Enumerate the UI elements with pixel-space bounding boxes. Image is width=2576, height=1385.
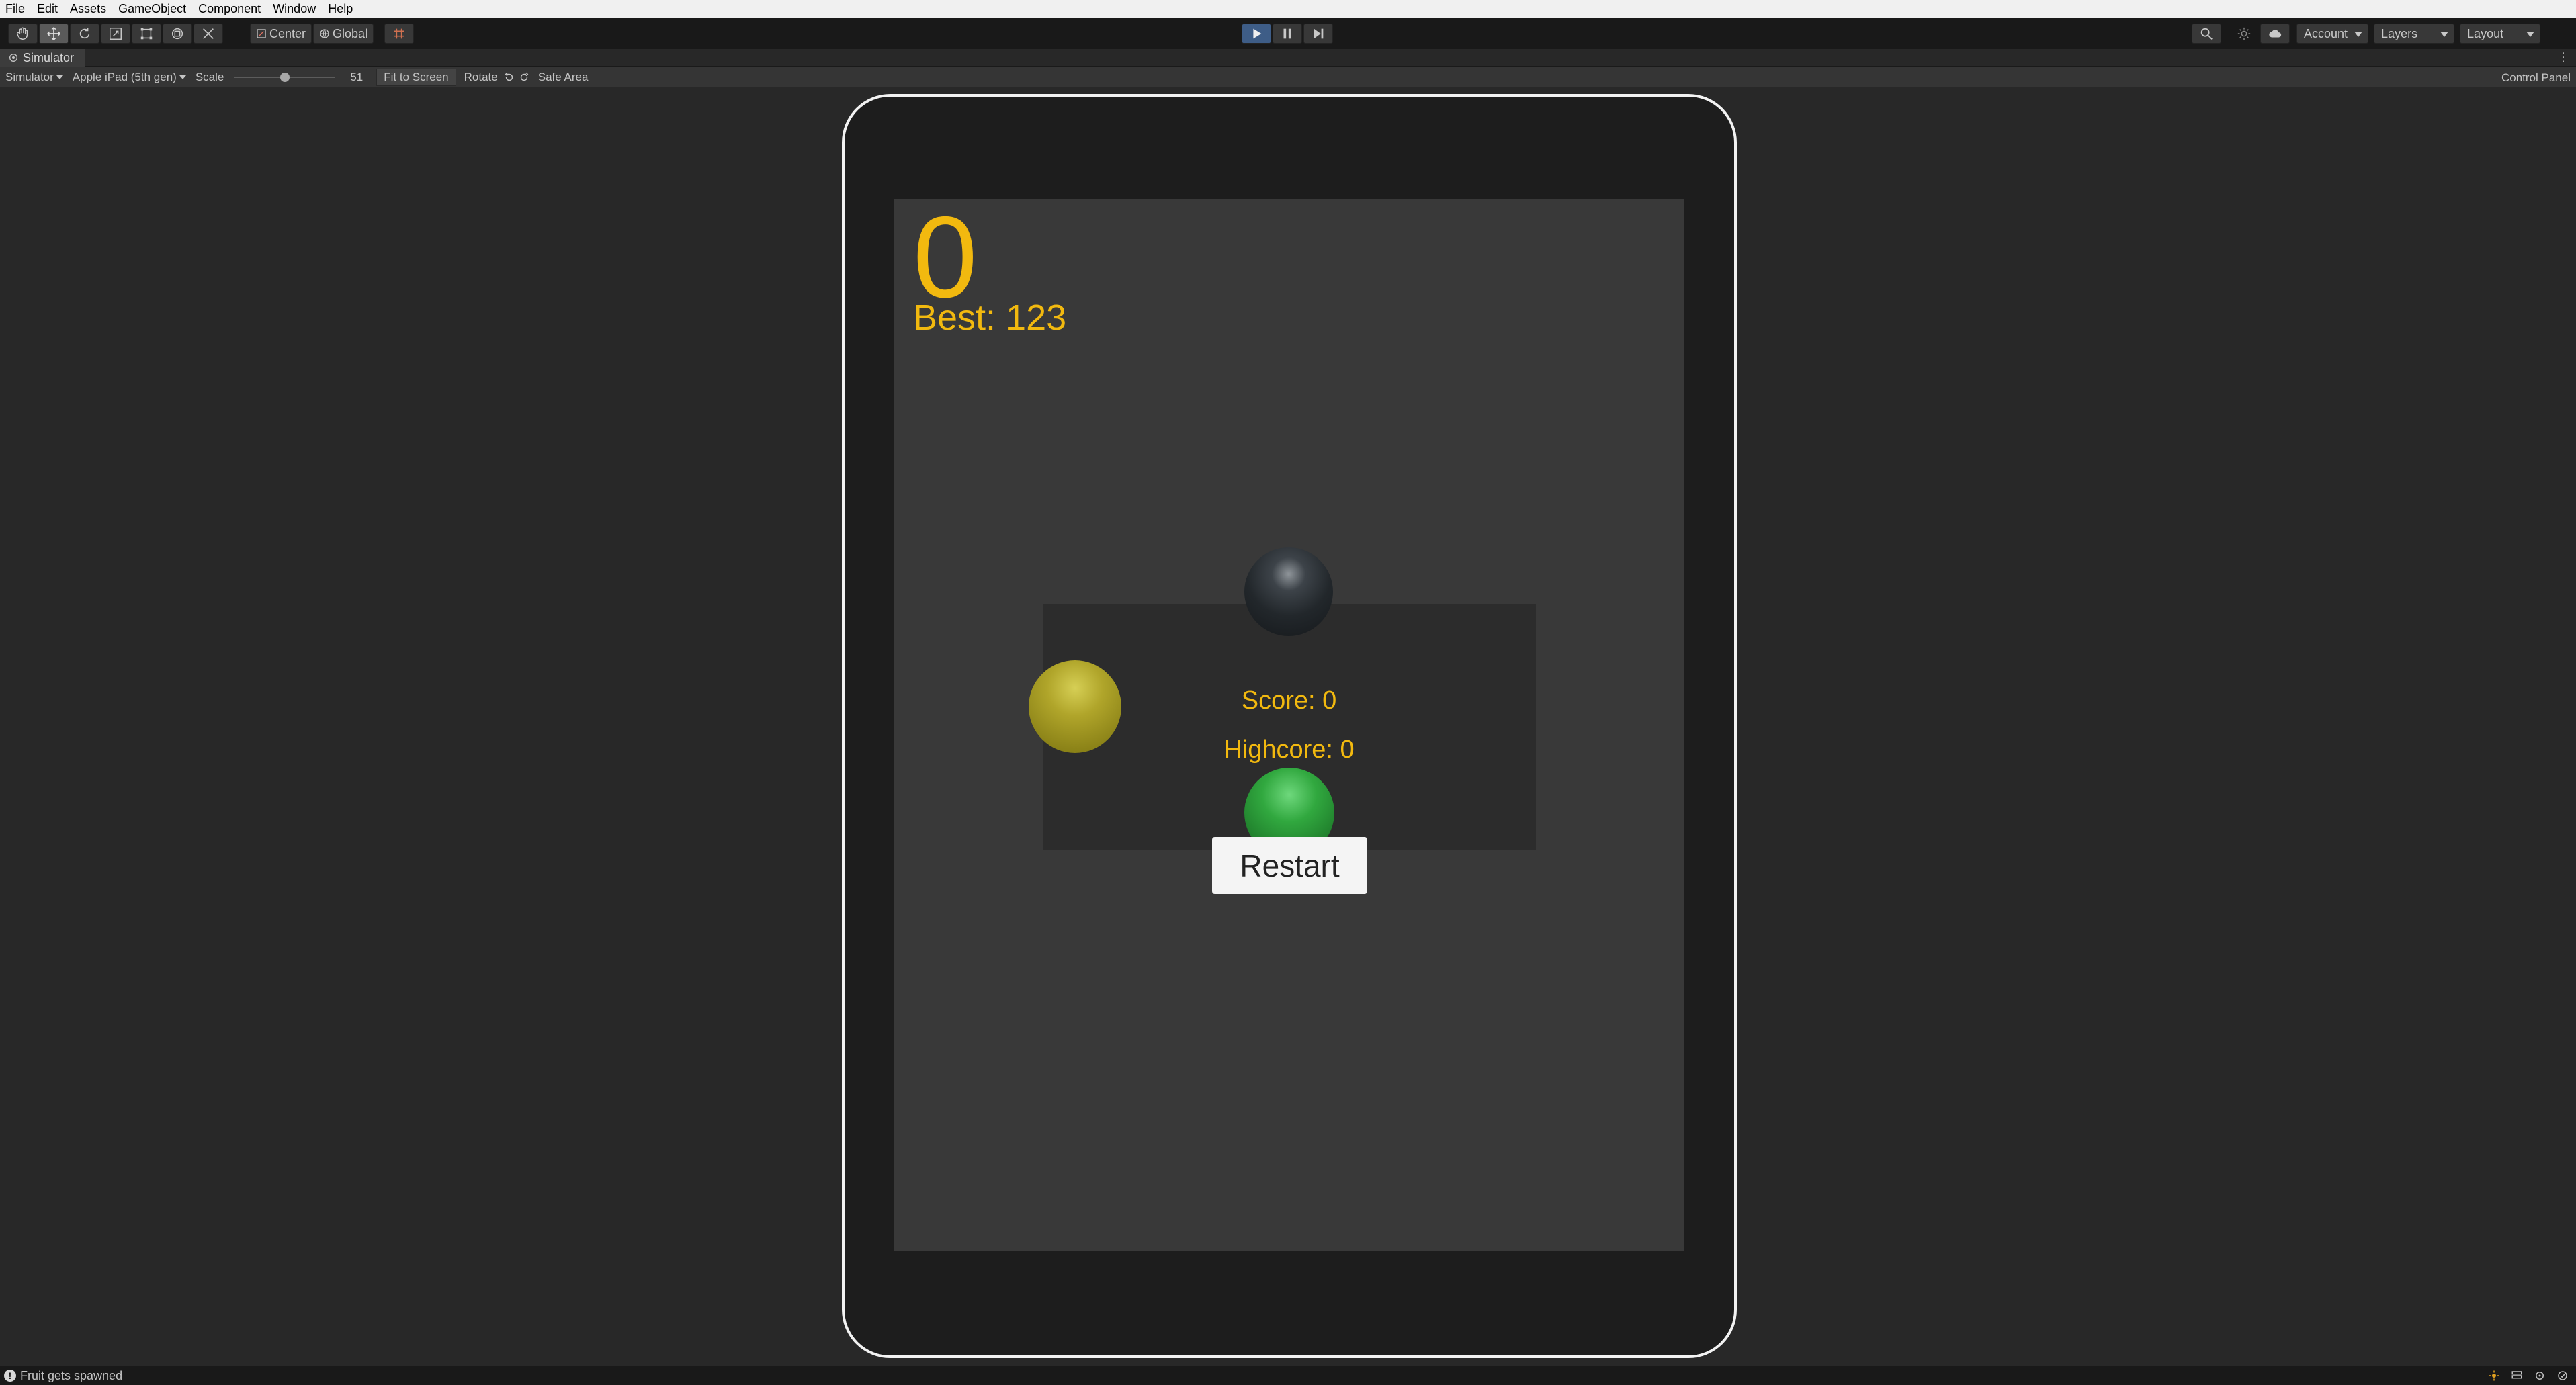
pivot-global-button[interactable]: Global bbox=[313, 24, 374, 44]
account-dropdown[interactable]: Account bbox=[2296, 24, 2369, 44]
move-tool-button[interactable] bbox=[39, 24, 69, 44]
rotate-label: Rotate bbox=[464, 70, 498, 83]
pivot-label: Center bbox=[269, 26, 306, 40]
search-icon bbox=[2200, 28, 2213, 40]
tab-simulator[interactable]: Simulator bbox=[0, 48, 85, 67]
settings-icon[interactable] bbox=[2533, 1370, 2546, 1382]
dark-fruit-ball bbox=[1244, 547, 1333, 636]
info-icon: ! bbox=[4, 1370, 16, 1382]
rotate-tool-icon bbox=[79, 28, 90, 39]
cloud-icon bbox=[2269, 30, 2282, 38]
chevron-down-icon bbox=[2440, 32, 2449, 37]
menu-gameobject[interactable]: GameObject bbox=[118, 2, 186, 16]
globe-icon bbox=[320, 29, 329, 38]
fit-to-screen-label: Fit to Screen bbox=[384, 70, 449, 83]
more-options-icon[interactable]: ⋮ bbox=[2557, 50, 2569, 64]
lighting-icon[interactable] bbox=[2487, 1370, 2501, 1382]
scale-tool-icon bbox=[110, 28, 122, 40]
custom-tool-button[interactable] bbox=[194, 24, 223, 44]
pivot-center-button[interactable]: Center bbox=[250, 24, 312, 44]
cloud-button[interactable] bbox=[2260, 24, 2290, 44]
rotate-right-button[interactable] bbox=[518, 71, 530, 83]
pivot-icon bbox=[257, 29, 266, 38]
transform-tools bbox=[8, 24, 224, 44]
grid-snap-icon bbox=[394, 28, 404, 39]
rotate-left-icon bbox=[505, 72, 513, 81]
chevron-down-icon bbox=[2526, 32, 2535, 37]
pause-icon bbox=[1283, 28, 1291, 39]
rect-tool-button[interactable] bbox=[132, 24, 161, 44]
move-tool-icon bbox=[47, 27, 60, 40]
simulator-icon bbox=[9, 54, 17, 62]
grid-snap-button[interactable] bbox=[384, 24, 415, 44]
chevron-down-icon bbox=[56, 75, 63, 79]
rotate-right-icon bbox=[520, 72, 529, 81]
fit-to-screen-button[interactable]: Fit to Screen bbox=[376, 68, 456, 86]
game-screen[interactable]: 0 Best: 123 Score: 0 Highcore: 0 Restart bbox=[894, 199, 1684, 1251]
rotate-tool-button[interactable] bbox=[70, 24, 99, 44]
chevron-down-icon bbox=[2354, 32, 2363, 37]
best-score: Best: 123 bbox=[913, 298, 1067, 338]
main-toolbar: Center Global Account Layers Layout bbox=[0, 18, 2576, 49]
status-message[interactable]: Fruit gets spawned bbox=[20, 1369, 122, 1383]
layers-label: Layers bbox=[2381, 26, 2418, 40]
slider-thumb[interactable] bbox=[280, 72, 290, 82]
rotate-left-button[interactable] bbox=[503, 71, 515, 83]
mode-label: Simulator bbox=[5, 70, 54, 83]
check-icon[interactable] bbox=[2556, 1370, 2569, 1382]
status-icons bbox=[2478, 1370, 2569, 1382]
editor-tab-bar: Simulator ⋮ bbox=[0, 48, 2576, 67]
pivot-controls: Center Global bbox=[250, 24, 415, 44]
space-label: Global bbox=[333, 26, 368, 40]
menu-component[interactable]: Component bbox=[198, 2, 261, 16]
scale-slider[interactable] bbox=[234, 71, 336, 84]
simulator-toolbar: Simulator Apple iPad (5th gen) Scale 51 … bbox=[0, 67, 2576, 87]
transform-tool-button[interactable] bbox=[163, 24, 192, 44]
account-controls: Account Layers Layout bbox=[2192, 24, 2541, 44]
account-label: Account bbox=[2304, 26, 2348, 40]
hand-tool-button[interactable] bbox=[8, 24, 38, 44]
control-panel-button[interactable]: Control Panel bbox=[2501, 71, 2571, 85]
menu-bar: File Edit Assets GameObject Component Wi… bbox=[0, 0, 2576, 18]
menu-edit[interactable]: Edit bbox=[37, 2, 58, 16]
pause-button[interactable] bbox=[1273, 24, 1302, 44]
safe-area-label: Safe Area bbox=[538, 70, 589, 83]
play-button[interactable] bbox=[1242, 24, 1271, 44]
cache-icon[interactable] bbox=[2510, 1370, 2524, 1382]
layout-dropdown[interactable]: Layout bbox=[2460, 24, 2541, 44]
scale-label: Scale bbox=[195, 70, 224, 83]
status-bar: ! Fruit gets spawned bbox=[0, 1366, 2576, 1385]
mode-dropdown[interactable]: Simulator bbox=[5, 71, 63, 84]
search-button[interactable] bbox=[2192, 24, 2221, 44]
step-icon bbox=[1314, 28, 1324, 39]
chevron-down-icon bbox=[179, 75, 186, 79]
device-label: Apple iPad (5th gen) bbox=[72, 70, 177, 83]
play-controls bbox=[1242, 24, 1334, 44]
rect-tool-icon bbox=[140, 28, 153, 40]
menu-help[interactable]: Help bbox=[328, 2, 353, 16]
menu-window[interactable]: Window bbox=[273, 2, 316, 16]
transform-tool-icon bbox=[171, 28, 183, 40]
device-dropdown[interactable]: Apple iPad (5th gen) bbox=[73, 71, 186, 84]
step-button[interactable] bbox=[1303, 24, 1333, 44]
menu-file[interactable]: File bbox=[5, 2, 25, 16]
play-icon bbox=[1253, 28, 1262, 39]
panel-highscore-label: Highcore: 0 bbox=[1223, 735, 1355, 764]
custom-tool-icon bbox=[203, 28, 214, 39]
scale-value: 51 bbox=[350, 70, 363, 83]
tab-simulator-label: Simulator bbox=[23, 50, 75, 64]
layers-dropdown[interactable]: Layers bbox=[2374, 24, 2455, 44]
layout-label: Layout bbox=[2467, 26, 2504, 40]
menu-assets[interactable]: Assets bbox=[70, 2, 106, 16]
collab-button[interactable] bbox=[2229, 24, 2259, 44]
panel-score-label: Score: 0 bbox=[1241, 686, 1337, 715]
scale-tool-button[interactable] bbox=[101, 24, 130, 44]
safe-area-toggle[interactable]: Safe Area bbox=[538, 71, 589, 84]
sun-icon bbox=[2237, 27, 2251, 40]
hand-tool-icon bbox=[17, 27, 28, 40]
restart-button[interactable]: Restart bbox=[1212, 837, 1367, 894]
